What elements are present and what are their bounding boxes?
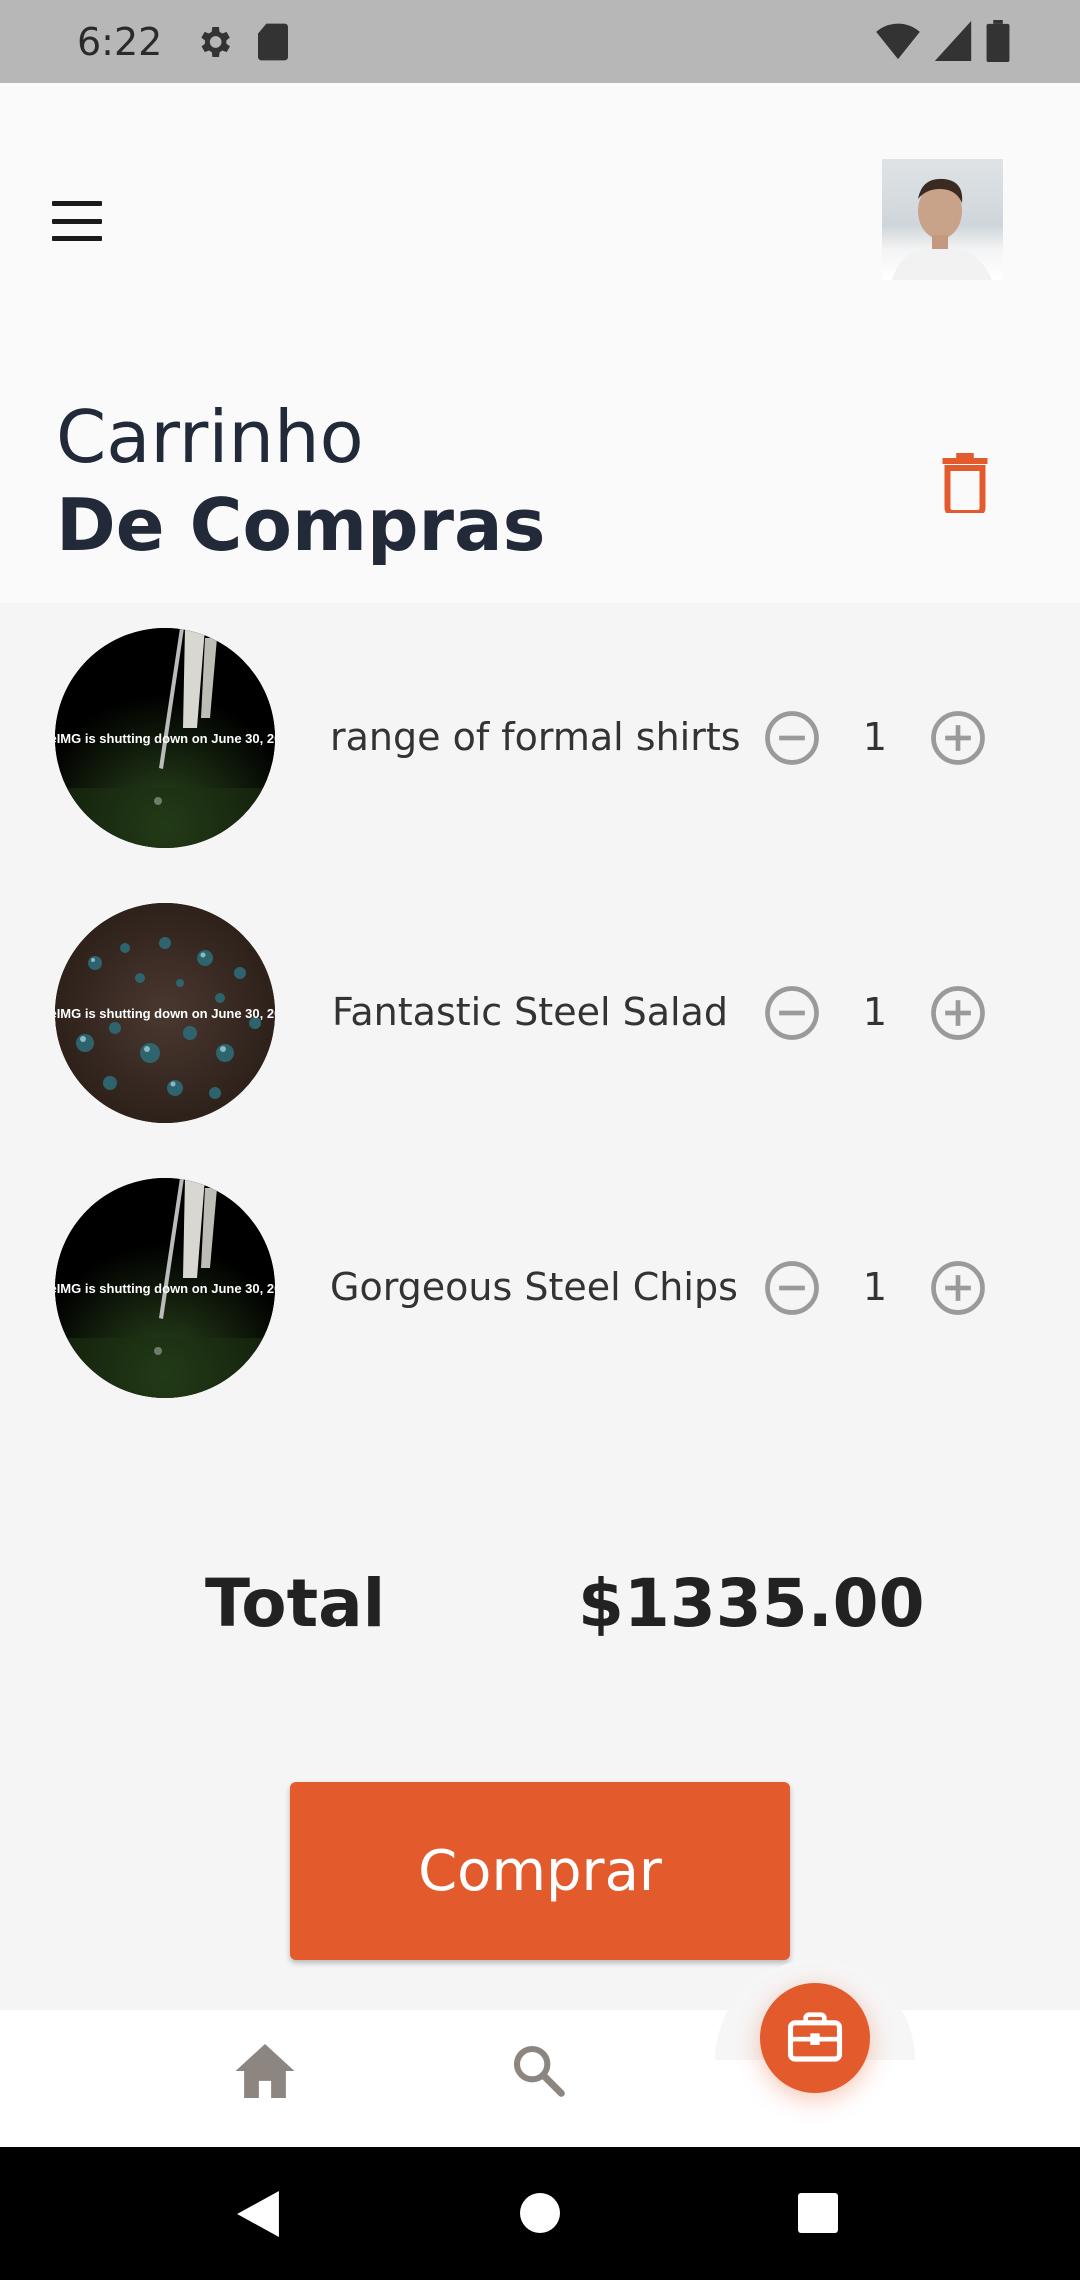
recent-apps-icon[interactable] [798,2193,838,2233]
page-title-line2: De Compras [56,483,546,567]
back-icon[interactable] [236,2191,280,2237]
product-image: aceIMG is shutting down on June 30, 2025 [55,628,275,848]
cart-item: aceIMG is shutting down on June 30, 2025… [0,878,1080,1153]
wifi-icon [876,23,920,60]
product-image: aceIMG is shutting down on June 30, 2025 [55,1178,275,1398]
status-right-icons [876,20,1010,62]
quantity-value: 1 [862,990,888,1034]
quantity-value: 1 [862,1265,888,1309]
status-bar: 6:22 [0,0,1080,83]
decrease-quantity-button[interactable] [764,710,820,766]
product-name: Fantastic Steel Salad [332,990,728,1034]
briefcase-icon[interactable] [760,1983,870,2093]
app-bar [0,83,1080,353]
increase-quantity-button[interactable] [930,1260,986,1316]
product-name: Gorgeous Steel Chips [330,1265,738,1309]
sd-card-icon [258,23,289,60]
cart-item: aceIMG is shutting down on June 30, 2025… [0,1153,1080,1428]
increase-quantity-button[interactable] [930,710,986,766]
avatar-portrait [892,178,992,280]
home-icon[interactable] [235,2044,295,2098]
decrease-quantity-button[interactable] [764,985,820,1041]
gear-icon [201,26,231,57]
status-time: 6:22 [77,19,163,64]
battery-icon [986,20,1010,62]
decrease-quantity-button[interactable] [764,1260,820,1316]
increase-quantity-button[interactable] [930,985,986,1041]
total-value: $1335.00 [578,1565,925,1642]
buy-button[interactable]: Comprar [290,1782,790,1960]
product-image-caption: aceIMG is shutting down on June 30, 2025 [55,731,275,746]
signal-icon [934,21,972,61]
status-left-icons [194,22,290,62]
search-icon[interactable] [510,2042,566,2098]
hamburger-menu-icon[interactable] [52,201,102,241]
cart-item: aceIMG is shutting down on June 30, 2025… [0,603,1080,878]
user-avatar[interactable] [882,159,1003,280]
total-label: Total [205,1565,386,1642]
page-title-line1: Carrinho [56,395,364,479]
product-image: aceIMG is shutting down on June 30, 2025 [55,903,275,1123]
system-nav-bar [0,2147,1080,2280]
system-home-icon[interactable] [520,2193,560,2233]
trash-icon[interactable] [940,453,990,516]
quantity-value: 1 [862,715,888,759]
product-image-caption: aceIMG is shutting down on June 30, 2025 [55,1006,275,1021]
product-image-caption: aceIMG is shutting down on June 30, 2025 [55,1281,275,1296]
page-header: Carrinho De Compras [0,353,1080,603]
product-name: range of formal shirts [330,715,741,759]
